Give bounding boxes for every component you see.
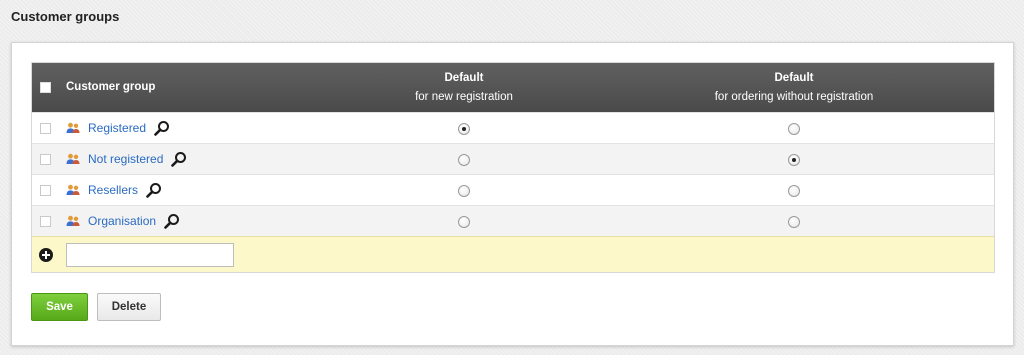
header-customer-group: Customer group: [66, 81, 156, 93]
header-default-order-line2: for ordering without registration: [714, 90, 874, 103]
default-order-radio[interactable]: [788, 184, 800, 197]
group-name-cell: Not registered: [66, 151, 187, 167]
group-link[interactable]: Not registered: [88, 152, 163, 166]
magnifier-icon[interactable]: [164, 213, 180, 229]
group-link[interactable]: Resellers: [88, 183, 138, 197]
header-default-order-line1: Default: [774, 71, 814, 84]
default-new-radio[interactable]: [458, 153, 470, 166]
table-row: Registered: [32, 112, 994, 143]
group-link[interactable]: Organisation: [88, 214, 156, 228]
default-new-radio[interactable]: [458, 122, 470, 135]
add-circle-icon[interactable]: [39, 248, 53, 262]
magnifier-icon[interactable]: [146, 182, 162, 198]
group-name-cell: Organisation: [66, 213, 180, 229]
magnifier-icon[interactable]: [171, 151, 187, 167]
customer-groups-table: Customer group Default for new registrat…: [31, 62, 995, 273]
save-button[interactable]: Save: [31, 293, 88, 321]
row-checkbox[interactable]: [40, 122, 54, 134]
table-row: Not registered: [32, 143, 994, 174]
header-default-new-line2: for new registration: [415, 90, 513, 103]
default-order-radio[interactable]: [788, 153, 800, 166]
users-icon: [66, 122, 80, 133]
default-order-radio[interactable]: [788, 122, 800, 135]
default-new-radio[interactable]: [458, 184, 470, 197]
page-title: Customer groups: [11, 9, 120, 24]
group-name-cell: Resellers: [66, 182, 162, 198]
default-order-radio[interactable]: [788, 215, 800, 228]
default-new-registration-cell: [364, 183, 564, 197]
header-default-new-line1: Default: [444, 71, 484, 84]
table-row: Resellers: [32, 174, 994, 205]
customer-groups-panel: Customer group Default for new registrat…: [11, 42, 1014, 346]
select-all-checkbox[interactable]: [40, 82, 54, 93]
header-default-ordering: Default for ordering without registratio…: [694, 69, 894, 107]
users-icon: [66, 215, 80, 226]
users-icon: [66, 184, 80, 195]
default-ordering-cell: [694, 121, 894, 135]
row-checkbox[interactable]: [40, 215, 54, 227]
table-header: Customer group Default for new registrat…: [32, 63, 994, 112]
group-link[interactable]: Registered: [88, 121, 146, 135]
default-new-registration-cell: [364, 152, 564, 166]
default-new-registration-cell: [364, 121, 564, 135]
default-new-registration-cell: [364, 214, 564, 228]
delete-button[interactable]: Delete: [97, 293, 161, 321]
header-default-new-registration: Default for new registration: [364, 69, 564, 107]
default-ordering-cell: [694, 152, 894, 166]
default-new-radio[interactable]: [458, 215, 470, 228]
row-checkbox[interactable]: [40, 153, 54, 165]
new-group-input[interactable]: [66, 243, 234, 267]
new-group-row: [32, 236, 994, 272]
group-name-cell: Registered: [66, 120, 170, 136]
magnifier-icon[interactable]: [154, 120, 170, 136]
default-ordering-cell: [694, 214, 894, 228]
default-ordering-cell: [694, 183, 894, 197]
row-checkbox[interactable]: [40, 184, 54, 196]
users-icon: [66, 153, 80, 164]
table-row: Organisation: [32, 205, 994, 236]
